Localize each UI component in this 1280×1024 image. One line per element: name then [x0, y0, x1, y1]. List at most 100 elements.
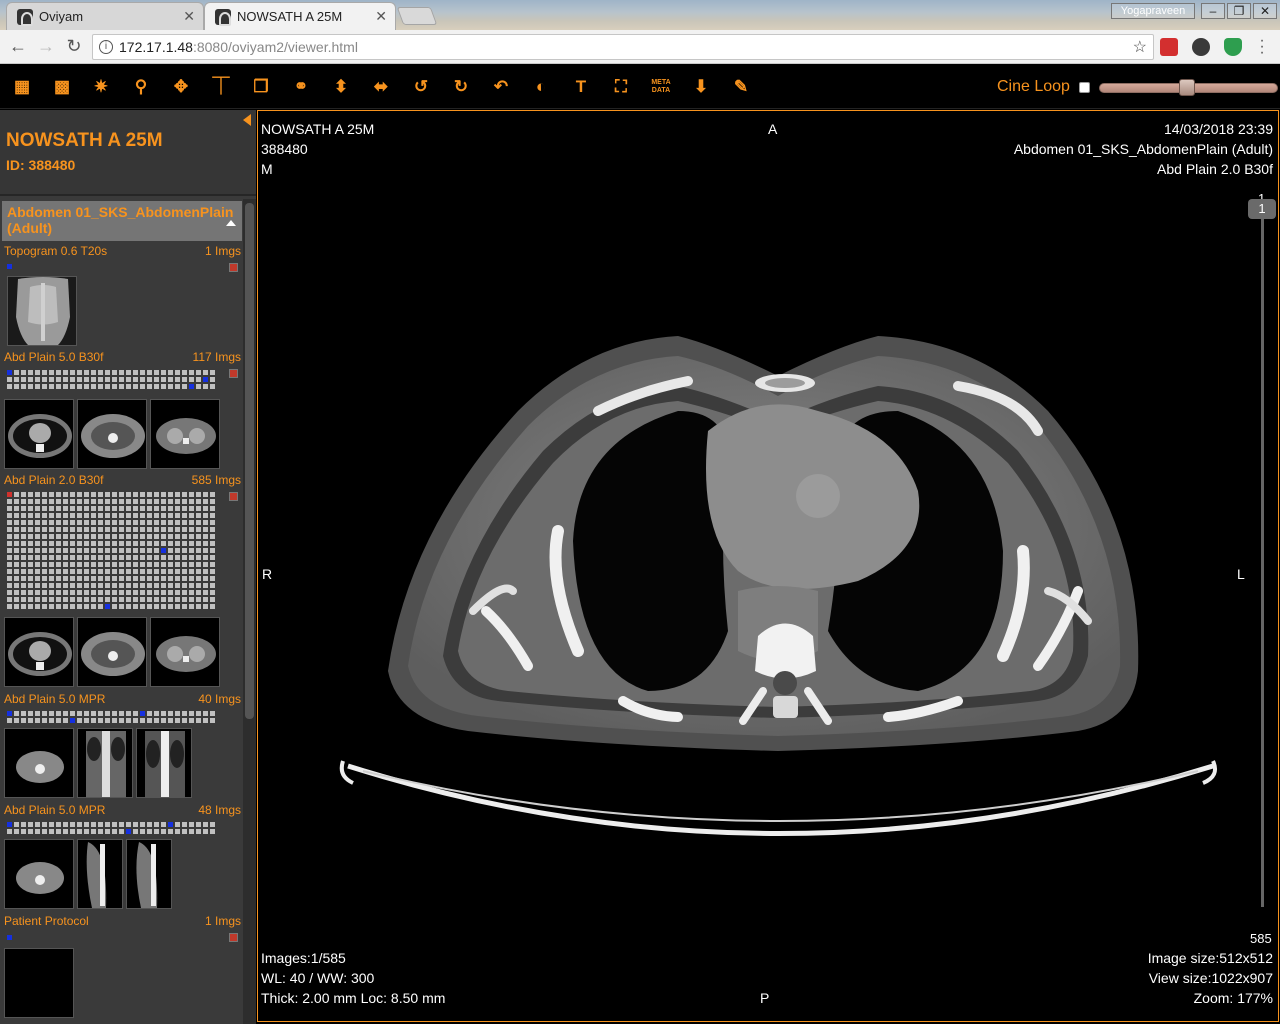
- series-thumbnail[interactable]: [4, 728, 74, 798]
- grid-cell[interactable]: [168, 370, 173, 375]
- grid-cell[interactable]: [49, 597, 54, 602]
- grid-cell[interactable]: [196, 711, 201, 716]
- grid-cell[interactable]: [70, 548, 75, 553]
- grid-cell[interactable]: [35, 384, 40, 389]
- grid-cell[interactable]: [77, 541, 82, 546]
- grid-cell[interactable]: [14, 718, 19, 723]
- grid-cell[interactable]: [168, 520, 173, 525]
- grid-cell[interactable]: [49, 590, 54, 595]
- grid-cell[interactable]: [105, 569, 110, 574]
- grid-cell[interactable]: [7, 555, 12, 560]
- grid-cell[interactable]: [7, 562, 12, 567]
- grid-cell[interactable]: [182, 597, 187, 602]
- grid-cell[interactable]: [98, 534, 103, 539]
- grid-cell[interactable]: [84, 555, 89, 560]
- grid-cell[interactable]: [154, 499, 159, 504]
- grid-cell[interactable]: [203, 822, 208, 827]
- grid-cell[interactable]: [161, 555, 166, 560]
- grid-cell[interactable]: [154, 555, 159, 560]
- grid-cell[interactable]: [84, 384, 89, 389]
- grid-cell[interactable]: [98, 569, 103, 574]
- grid-cell[interactable]: [161, 822, 166, 827]
- grid-cell[interactable]: [77, 822, 82, 827]
- grid-cell[interactable]: [14, 527, 19, 532]
- grid-cell[interactable]: [28, 583, 33, 588]
- grid-cell[interactable]: [196, 822, 201, 827]
- grid-cell[interactable]: [119, 492, 124, 497]
- grid-cell[interactable]: [42, 499, 47, 504]
- grid-cell[interactable]: [21, 527, 26, 532]
- grid-cell[interactable]: [210, 604, 215, 609]
- grid-cell[interactable]: [196, 597, 201, 602]
- grid-cell[interactable]: [56, 370, 61, 375]
- grid-cell[interactable]: [147, 576, 152, 581]
- grid-cell[interactable]: [154, 534, 159, 539]
- grid-cell[interactable]: [70, 513, 75, 518]
- grid-cell[interactable]: [7, 377, 12, 382]
- grid-cell[interactable]: [189, 513, 194, 518]
- grid-cell[interactable]: [203, 548, 208, 553]
- grid-cell[interactable]: [91, 384, 96, 389]
- grid-cell[interactable]: [42, 492, 47, 497]
- grid-cell[interactable]: [91, 520, 96, 525]
- grid-cell[interactable]: [42, 513, 47, 518]
- grid-cell[interactable]: [140, 370, 145, 375]
- grid-cell[interactable]: [98, 520, 103, 525]
- grid-cell[interactable]: [126, 597, 131, 602]
- grid-cell[interactable]: [189, 569, 194, 574]
- grid-cell[interactable]: [35, 527, 40, 532]
- grid-cell[interactable]: [168, 541, 173, 546]
- grid-cell[interactable]: [112, 822, 117, 827]
- series-label[interactable]: Topogram 0.6 T20s: [4, 244, 107, 258]
- grid-cell[interactable]: [168, 534, 173, 539]
- grid-cell[interactable]: [189, 576, 194, 581]
- grid-cell[interactable]: [154, 822, 159, 827]
- grid-cell[interactable]: [140, 711, 145, 716]
- grid-cell[interactable]: [28, 569, 33, 574]
- grid-cell[interactable]: [7, 604, 12, 609]
- grid-cell[interactable]: [77, 492, 82, 497]
- grid-cell[interactable]: [84, 499, 89, 504]
- grid-cell[interactable]: [119, 576, 124, 581]
- grid-cell[interactable]: [7, 370, 12, 375]
- grid-cell[interactable]: [7, 829, 12, 834]
- grid-cell[interactable]: [21, 506, 26, 511]
- grid-cell[interactable]: [7, 520, 12, 525]
- grid-cell[interactable]: [98, 597, 103, 602]
- grid-cell[interactable]: [91, 583, 96, 588]
- grid-cell[interactable]: [189, 555, 194, 560]
- grid-cell[interactable]: [133, 499, 138, 504]
- grid-cell[interactable]: [147, 513, 152, 518]
- grid-cell[interactable]: [175, 370, 180, 375]
- grid-cell[interactable]: [21, 718, 26, 723]
- url-field[interactable]: i 172.17.1.48:8080/oviyam2/viewer.html ☆: [92, 34, 1154, 60]
- grid-cell[interactable]: [77, 527, 82, 532]
- grid-cell[interactable]: [49, 541, 54, 546]
- grid-cell[interactable]: [28, 527, 33, 532]
- grid-cell[interactable]: [196, 370, 201, 375]
- grid-cell[interactable]: [56, 527, 61, 532]
- image-scroll-track[interactable]: [1261, 207, 1264, 907]
- grid-cell[interactable]: [63, 569, 68, 574]
- grid-cell[interactable]: [7, 492, 12, 497]
- grid-cell[interactable]: [70, 562, 75, 567]
- grid-cell[interactable]: [14, 520, 19, 525]
- grid-cell[interactable]: [196, 583, 201, 588]
- grid-cell[interactable]: [140, 597, 145, 602]
- grid-cell[interactable]: [35, 541, 40, 546]
- grid-cell[interactable]: [63, 548, 68, 553]
- grid-cell[interactable]: [196, 555, 201, 560]
- grid-cell[interactable]: [63, 377, 68, 382]
- grid-cell[interactable]: [56, 548, 61, 553]
- grid-cell[interactable]: [161, 492, 166, 497]
- grid-cell[interactable]: [84, 513, 89, 518]
- grid-cell[interactable]: [105, 576, 110, 581]
- grid-cell[interactable]: [147, 534, 152, 539]
- grid-cell[interactable]: [84, 562, 89, 567]
- grid-cell[interactable]: [126, 377, 131, 382]
- grid-cell[interactable]: [196, 548, 201, 553]
- grid-cell[interactable]: [105, 520, 110, 525]
- grid-cell[interactable]: [77, 534, 82, 539]
- grid-cell[interactable]: [63, 711, 68, 716]
- grid-cell[interactable]: [49, 513, 54, 518]
